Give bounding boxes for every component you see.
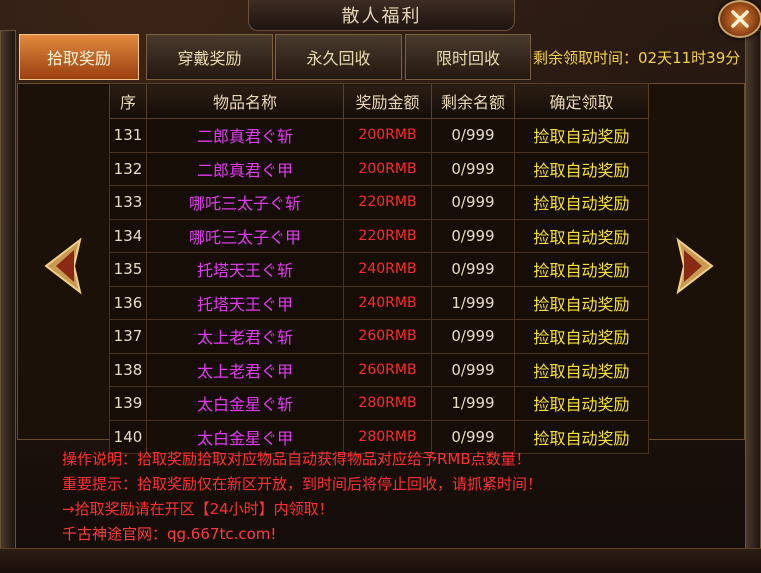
title-bar: 散人福利 <box>248 0 515 31</box>
row-item-name: 托塔天王ぐ斩 <box>146 252 344 287</box>
tab-label: 限时回收 <box>435 49 500 68</box>
row-remaining: 0/999 <box>431 319 515 354</box>
table-header-row: 序 物品名称 奖励金额 剩余名额 确定领取 <box>109 83 649 119</box>
row-item-name: 哪吒三太子ぐ斩 <box>146 185 344 220</box>
note-operation: 操作说明：拾取奖励拾取对应物品自动获得物品对应给予RMB点数量！ <box>62 450 531 468</box>
tab-label: 永久回收 <box>306 49 371 68</box>
claim-button[interactable]: 捡取自动奖励 <box>514 285 649 320</box>
row-no: 136 <box>109 285 147 320</box>
row-amount: 220RMB <box>343 185 432 220</box>
table-row: 138 太上老君ぐ甲 260RMB 0/999 捡取自动奖励 <box>109 352 649 387</box>
header-claim: 确定领取 <box>514 83 649 119</box>
table-row: 132 二郎真君ぐ甲 200RMB 0/999 捡取自动奖励 <box>109 151 649 186</box>
right-arrow-icon <box>676 237 714 295</box>
close-x-icon <box>731 10 749 28</box>
frame-right-border <box>745 30 761 552</box>
claim-button[interactable]: 捡取自动奖励 <box>514 386 649 421</box>
tab-label: 穿戴奖励 <box>177 49 242 68</box>
claim-button[interactable]: 捡取自动奖励 <box>514 218 649 253</box>
row-item-name: 太白金星ぐ斩 <box>146 386 344 421</box>
row-remaining: 0/999 <box>431 218 515 253</box>
row-item-name: 太上老君ぐ甲 <box>146 352 344 387</box>
row-no: 137 <box>109 319 147 354</box>
row-remaining: 0/999 <box>431 185 515 220</box>
row-amount: 240RMB <box>343 285 432 320</box>
row-remaining: 0/999 <box>431 151 515 186</box>
frame-bottom-border <box>0 548 761 573</box>
row-item-name: 二郎真君ぐ斩 <box>146 118 344 153</box>
note-important: 重要提示：拾取奖励仅在新区开放，到时间后将停止回收，请抓紧时间！ <box>62 475 543 493</box>
table-row: 133 哪吒三太子ぐ斩 220RMB 0/999 捡取自动奖励 <box>109 185 649 220</box>
row-amount: 200RMB <box>343 151 432 186</box>
header-item-name: 物品名称 <box>146 83 344 119</box>
table-row: 139 太白金星ぐ斩 280RMB 1/999 捡取自动奖励 <box>109 386 649 421</box>
row-item-name: 二郎真君ぐ甲 <box>146 151 344 186</box>
row-amount: 220RMB <box>343 218 432 253</box>
tab-limited-recycle[interactable]: 限时回收 <box>405 34 531 80</box>
claim-button[interactable]: 捡取自动奖励 <box>514 118 649 153</box>
row-no: 131 <box>109 118 147 153</box>
prev-page-button[interactable] <box>40 236 86 296</box>
reward-table: 序 物品名称 奖励金额 剩余名额 确定领取 131 二郎真君ぐ斩 200RMB … <box>109 83 649 454</box>
row-remaining: 0/999 <box>431 118 515 153</box>
row-no: 132 <box>109 151 147 186</box>
row-item-name: 托塔天王ぐ甲 <box>146 285 344 320</box>
row-no: 133 <box>109 185 147 220</box>
row-amount: 260RMB <box>343 319 432 354</box>
row-no: 135 <box>109 252 147 287</box>
note-deadline: →拾取奖励请在开区【24小时】内领取！ <box>62 500 334 518</box>
table-row: 137 太上老君ぐ斩 260RMB 0/999 捡取自动奖励 <box>109 319 649 354</box>
claim-button[interactable]: 捡取自动奖励 <box>514 252 649 287</box>
row-amount: 240RMB <box>343 252 432 287</box>
claim-button[interactable]: 捡取自动奖励 <box>514 352 649 387</box>
row-remaining: 1/999 <box>431 285 515 320</box>
claim-button[interactable]: 捡取自动奖励 <box>514 319 649 354</box>
instructions: 操作说明：拾取奖励拾取对应物品自动获得物品对应给予RMB点数量！ 重要提示：拾取… <box>62 447 722 547</box>
tab-pickup-reward[interactable]: 拾取奖励 <box>19 34 139 80</box>
note-website[interactable]: 千古神途官网：qg.667tc.com! <box>62 522 722 547</box>
header-amount: 奖励金额 <box>343 83 432 119</box>
tab-wear-reward[interactable]: 穿戴奖励 <box>146 34 273 80</box>
claim-button[interactable]: 捡取自动奖励 <box>514 185 649 220</box>
table-row: 136 托塔天王ぐ甲 240RMB 1/999 捡取自动奖励 <box>109 285 649 320</box>
remaining-time: 剩余领取时间：02天11时39分 <box>533 48 741 67</box>
table-row: 134 哪吒三太子ぐ甲 220RMB 0/999 捡取自动奖励 <box>109 218 649 253</box>
table-row: 131 二郎真君ぐ斩 200RMB 0/999 捡取自动奖励 <box>109 118 649 153</box>
left-arrow-icon <box>44 237 82 295</box>
row-amount: 200RMB <box>343 118 432 153</box>
header-no: 序 <box>109 83 147 119</box>
row-no: 134 <box>109 218 147 253</box>
row-amount: 260RMB <box>343 352 432 387</box>
table-row: 135 托塔天王ぐ斩 240RMB 0/999 捡取自动奖励 <box>109 252 649 287</box>
close-button[interactable] <box>718 0 761 38</box>
row-no: 138 <box>109 352 147 387</box>
tab-label: 拾取奖励 <box>46 49 111 68</box>
row-remaining: 0/999 <box>431 252 515 287</box>
row-no: 139 <box>109 386 147 421</box>
next-page-button[interactable] <box>672 236 718 296</box>
row-amount: 280RMB <box>343 386 432 421</box>
frame-left-border <box>0 30 16 552</box>
row-item-name: 哪吒三太子ぐ甲 <box>146 218 344 253</box>
row-item-name: 太上老君ぐ斩 <box>146 319 344 354</box>
claim-button[interactable]: 捡取自动奖励 <box>514 151 649 186</box>
window-title: 散人福利 <box>341 6 422 27</box>
header-remaining: 剩余名额 <box>431 83 515 119</box>
tab-permanent-recycle[interactable]: 永久回收 <box>275 34 402 80</box>
row-remaining: 0/999 <box>431 352 515 387</box>
row-remaining: 1/999 <box>431 386 515 421</box>
